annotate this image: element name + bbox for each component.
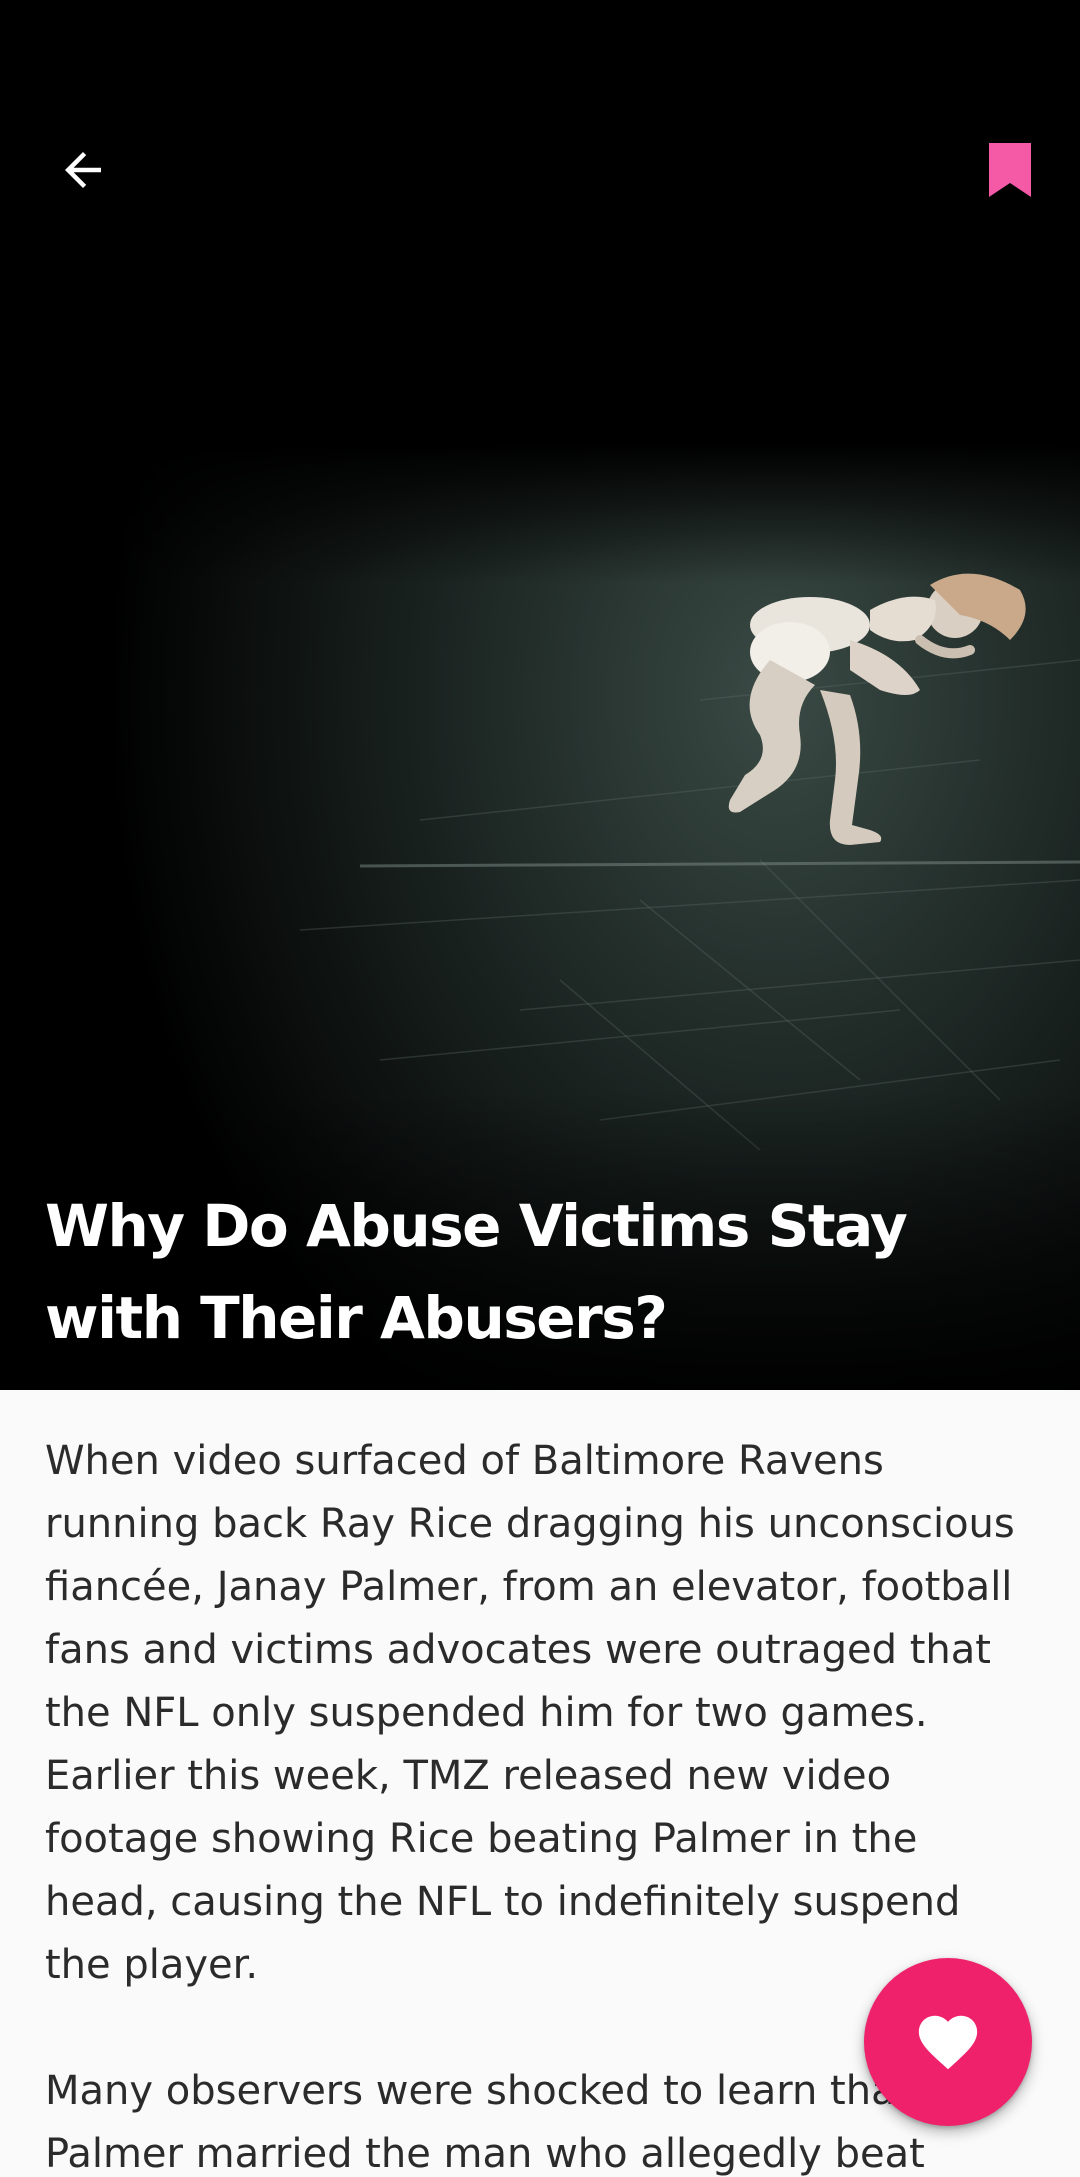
bookmark-button[interactable]: [965, 130, 1055, 210]
arrow-left-icon: [65, 152, 101, 188]
bookmark-icon: [989, 143, 1031, 197]
heart-icon: [918, 2015, 978, 2070]
back-button[interactable]: [38, 130, 128, 210]
article-paragraph: When video surfaced of Baltimore Ravens …: [45, 1438, 1015, 1988]
article-title: Why Do Abuse Victims Stay with Their Abu…: [45, 1192, 908, 1352]
hero-header: Why Do Abuse Victims Stay with Their Abu…: [0, 0, 1080, 1390]
top-toolbar: [0, 0, 1080, 340]
article-screen: Why Do Abuse Victims Stay with Their Abu…: [0, 0, 1080, 2177]
favorite-button[interactable]: [864, 1958, 1032, 2126]
